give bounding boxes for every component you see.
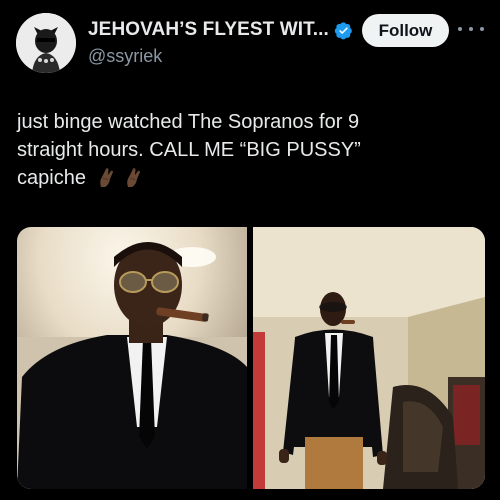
pinched-fingers-emoji-icon — [126, 168, 140, 187]
author-handle[interactable]: @ssyriek — [88, 46, 162, 67]
tweet-post: JEHOVAH’S FLYEST WIT... @ssyriek Follow … — [0, 0, 500, 500]
more-options-icon[interactable] — [458, 22, 484, 36]
tweet-text-line: just binge watched The Sopranos for 9 — [17, 111, 360, 133]
photo-selfie-suit-cigar[interactable] — [17, 227, 247, 489]
tweet-text-line: straight hours. CALL ME “BIG PUSSY” — [17, 139, 361, 161]
tweet-text: just binge watched The Sopranos for 9 st… — [17, 108, 487, 192]
photo-full-body-image — [253, 227, 485, 489]
display-name[interactable]: JEHOVAH’S FLYEST WIT... — [88, 19, 329, 41]
verified-badge-icon — [334, 21, 352, 39]
photo-selfie-image — [17, 227, 247, 489]
tweet-text-line: capiche — [17, 164, 487, 192]
author-name-row[interactable]: JEHOVAH’S FLYEST WIT... — [88, 18, 353, 42]
pinched-fingers-emoji-icon — [99, 168, 113, 187]
avatar[interactable] — [16, 13, 76, 73]
avatar-horned-figure-icon — [16, 13, 76, 73]
photo-full-body-suit-mirror[interactable] — [253, 227, 485, 489]
follow-button[interactable]: Follow — [362, 14, 449, 47]
tweet-text-word: capiche — [17, 167, 86, 189]
